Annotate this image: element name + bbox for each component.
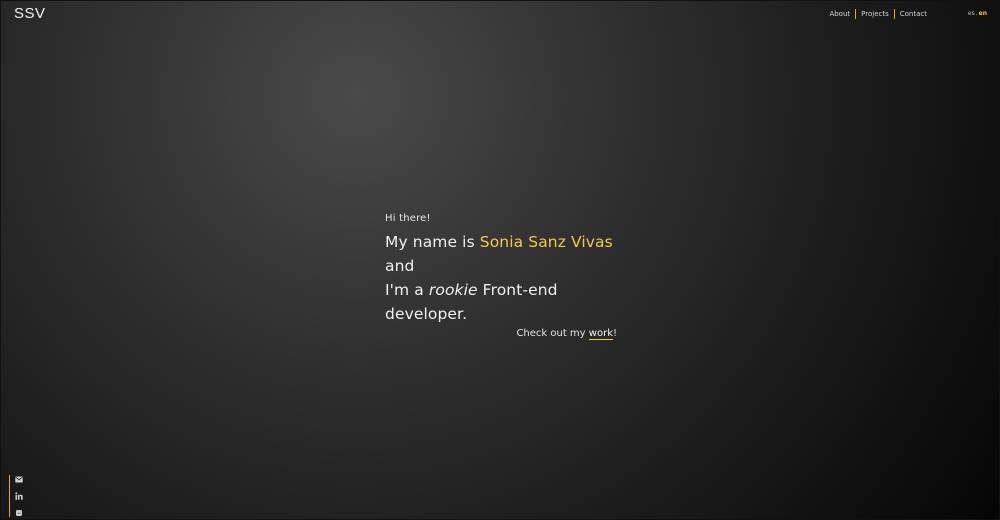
social-links	[9, 475, 23, 517]
nav-contact-link[interactable]: Contact	[895, 9, 932, 19]
cta-line: Check out my work!	[385, 328, 617, 340]
developer-name: Sonia Sanz Vivas	[479, 233, 613, 251]
work-link[interactable]: work	[588, 328, 613, 340]
headline-prefix: My name is	[385, 233, 480, 251]
page: SSV About Projects Contact es . en Hi th…	[0, 0, 1000, 520]
headline-suffix: and	[385, 257, 415, 275]
lang-en-option[interactable]: en	[979, 10, 987, 17]
rookie-emphasis: rookie	[428, 281, 478, 299]
nav-projects-link[interactable]: Projects	[856, 9, 894, 19]
language-switcher: es . en	[968, 10, 987, 17]
lang-es-option[interactable]: es	[968, 10, 975, 17]
headline-line2-prefix: I'm a	[385, 281, 429, 299]
nav-about-link[interactable]: About	[824, 9, 855, 19]
logo[interactable]: SSV	[14, 5, 46, 22]
main-nav: About Projects Contact	[824, 9, 932, 19]
hero-section: Hi there! My name is Sonia Sanz Vivas an…	[385, 213, 617, 340]
mail-icon[interactable]	[15, 475, 23, 483]
lang-separator: .	[975, 10, 978, 17]
cta-prefix: Check out my	[516, 328, 589, 339]
greeting-text: Hi there!	[385, 213, 431, 224]
linkedin-icon[interactable]	[15, 492, 23, 500]
cta-suffix: !	[612, 328, 617, 339]
hero-headline: My name is Sonia Sanz Vivas and I'm a roo…	[385, 230, 617, 326]
github-icon[interactable]	[15, 509, 23, 517]
